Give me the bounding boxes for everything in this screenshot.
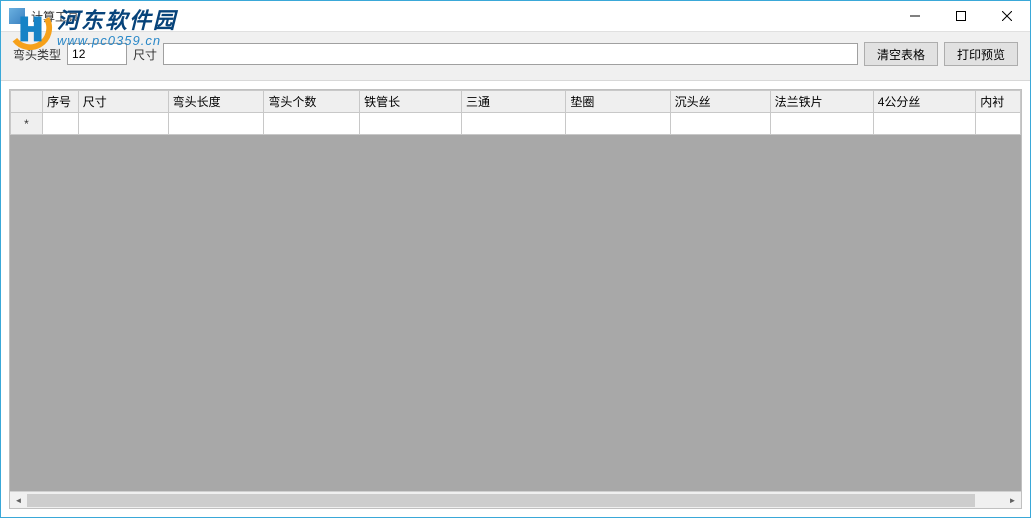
column-header[interactable]: 三通	[462, 91, 566, 113]
grid-cell[interactable]	[462, 113, 566, 135]
grid-cell[interactable]	[770, 113, 873, 135]
minimize-button[interactable]	[892, 1, 938, 31]
size-label: 尺寸	[133, 46, 157, 63]
window-title: 计算工具	[31, 8, 79, 25]
size-input[interactable]	[163, 43, 858, 65]
grid-cell[interactable]	[873, 113, 976, 135]
bend-type-label: 弯头类型	[13, 46, 61, 63]
horizontal-scrollbar[interactable]: ◄ ►	[10, 491, 1021, 508]
scroll-right-button[interactable]: ►	[1004, 492, 1021, 509]
grid-cell[interactable]	[168, 113, 264, 135]
scroll-left-button[interactable]: ◄	[10, 492, 27, 509]
grid-cell[interactable]	[566, 113, 670, 135]
column-header[interactable]: 垫圈	[566, 91, 670, 113]
grid-cell[interactable]	[43, 113, 79, 135]
column-header[interactable]: 内衬	[976, 91, 1021, 113]
scroll-track[interactable]	[27, 492, 1004, 509]
clear-table-button[interactable]: 清空表格	[864, 42, 938, 66]
column-header[interactable]: 沉头丝	[670, 91, 770, 113]
column-header[interactable]: 4公分丝	[873, 91, 976, 113]
table-row[interactable]: *	[11, 113, 1021, 135]
column-header[interactable]: 弯头长度	[168, 91, 264, 113]
new-row-marker: *	[11, 113, 43, 135]
grid-cell[interactable]	[78, 113, 168, 135]
bend-type-input[interactable]	[67, 43, 127, 65]
grid-corner-cell	[11, 91, 43, 113]
grid-cell[interactable]	[976, 113, 1021, 135]
toolbar: 弯头类型 尺寸 清空表格 打印预览	[1, 31, 1030, 81]
data-grid[interactable]: 序号尺寸弯头长度弯头个数铁管长三通垫圈沉头丝法兰铁片4公分丝内衬 * ◄ ►	[9, 89, 1022, 509]
scroll-thumb[interactable]	[27, 494, 975, 507]
column-header[interactable]: 法兰铁片	[770, 91, 873, 113]
column-header[interactable]: 铁管长	[360, 91, 462, 113]
maximize-button[interactable]	[938, 1, 984, 31]
column-header[interactable]: 尺寸	[78, 91, 168, 113]
column-header[interactable]: 序号	[43, 91, 79, 113]
column-header[interactable]: 弯头个数	[264, 91, 360, 113]
grid-cell[interactable]	[360, 113, 462, 135]
grid-cell[interactable]	[264, 113, 360, 135]
print-preview-button[interactable]: 打印预览	[944, 42, 1018, 66]
grid-cell[interactable]	[670, 113, 770, 135]
titlebar: 计算工具	[1, 1, 1030, 31]
close-button[interactable]	[984, 1, 1030, 31]
app-icon	[9, 8, 25, 24]
